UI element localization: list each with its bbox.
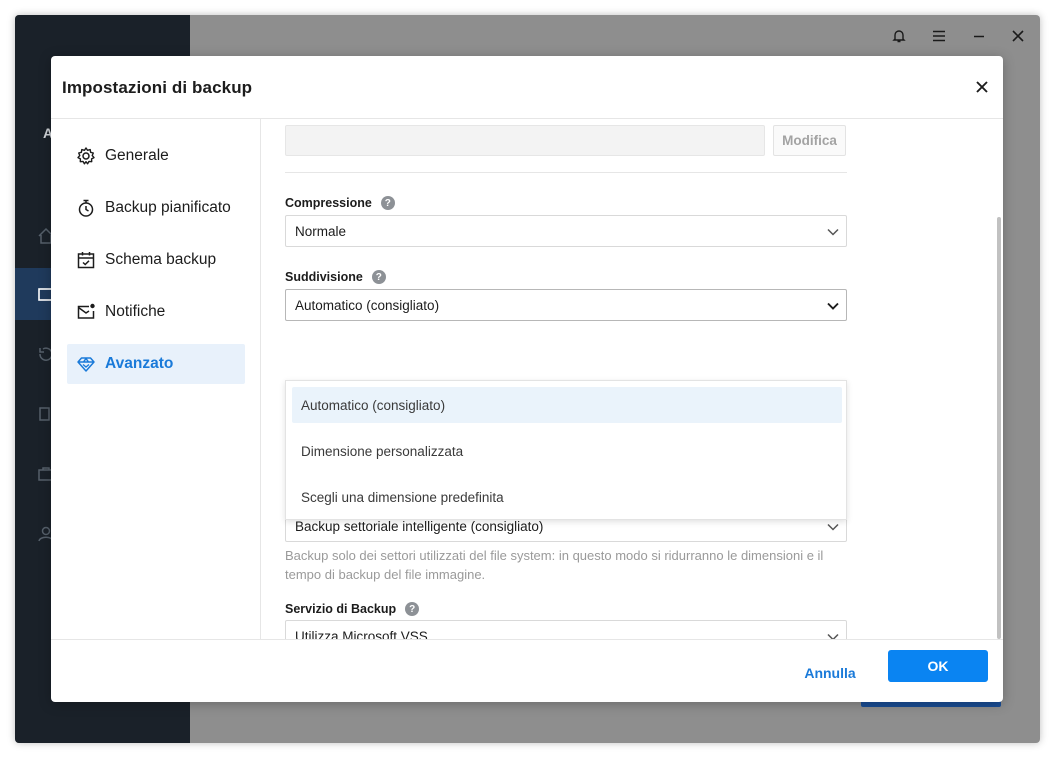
compression-value: Normale: [295, 223, 347, 239]
bell-icon[interactable]: [888, 25, 910, 47]
calendar-check-icon: [75, 249, 97, 271]
backup-path-input[interactable]: [285, 125, 765, 156]
content-scrollbar[interactable]: [996, 119, 1003, 639]
sector-mode-value: Backup settoriale intelligente (consigli…: [295, 518, 544, 534]
nav-item-notifiche[interactable]: Notifiche: [67, 292, 245, 332]
compression-label: Compressione ?: [285, 196, 395, 210]
chevron-down-icon: [827, 228, 839, 236]
backup-service-value: Utilizza Microsoft VSS: [295, 628, 428, 640]
chevron-down-icon: [827, 633, 839, 639]
backup-service-label: Servizio di Backup ?: [285, 602, 420, 616]
splitting-label-text: Suddivisione: [285, 270, 363, 284]
nav-item-backup-pianificato[interactable]: Backup pianificato: [67, 188, 245, 228]
nav-item-schema-backup[interactable]: Schema backup: [67, 240, 245, 280]
settings-nav: Generale Backup pianificato Schema backu…: [51, 119, 261, 639]
dialog-header: Impostazioni di backup: [51, 56, 1003, 119]
nav-item-label: Generale: [105, 147, 169, 164]
chevron-down-icon: [827, 523, 839, 531]
chevron-down-icon: [827, 302, 839, 310]
help-icon[interactable]: ?: [371, 270, 386, 284]
stopwatch-icon: [75, 197, 97, 219]
close-icon[interactable]: [1007, 25, 1029, 47]
minimize-icon[interactable]: [968, 25, 990, 47]
backup-service-label-text: Servizio di Backup: [285, 602, 397, 616]
help-icon[interactable]: ?: [380, 196, 395, 210]
gear-icon: [75, 145, 97, 167]
mail-notification-icon: [75, 301, 97, 323]
ok-button[interactable]: OK: [888, 650, 988, 682]
splitting-dropdown-menu: Automatico (consigliato) Dimensione pers…: [285, 380, 847, 520]
dropdown-option[interactable]: Scegli una dimensione predefinita: [292, 479, 842, 515]
settings-content: Modifica Compressione ? Normale Suddivis…: [262, 119, 999, 639]
modifica-button[interactable]: Modifica: [773, 125, 846, 156]
nav-item-generale[interactable]: Generale: [67, 136, 245, 176]
backup-settings-dialog: Impostazioni di backup Generale Backup p…: [51, 56, 1003, 702]
nav-item-label: Backup pianificato: [105, 199, 231, 216]
nav-item-label: Notifiche: [105, 303, 166, 320]
compression-label-text: Compressione: [285, 196, 372, 210]
splitting-label: Suddivisione ?: [285, 270, 386, 284]
help-icon[interactable]: ?: [405, 602, 420, 616]
nav-item-label: Avanzato: [105, 355, 174, 372]
dropdown-option[interactable]: Dimensione personalizzata: [292, 433, 842, 469]
menu-icon[interactable]: [928, 25, 950, 47]
dropdown-option[interactable]: Automatico (consigliato): [292, 387, 842, 423]
scrollbar-thumb[interactable]: [997, 217, 1001, 639]
dialog-title: Impostazioni di backup: [62, 78, 253, 97]
diamond-icon: [75, 353, 97, 375]
splitting-select[interactable]: Automatico (consigliato): [285, 289, 847, 321]
backup-service-select[interactable]: Utilizza Microsoft VSS: [285, 620, 847, 639]
nav-item-avanzato[interactable]: Avanzato: [67, 344, 245, 384]
cancel-button[interactable]: Annulla: [786, 657, 874, 689]
dialog-footer: Annulla OK: [51, 639, 1003, 702]
splitting-value: Automatico (consigliato): [295, 297, 440, 313]
sector-mode-description: Backup solo dei settori utilizzati del f…: [285, 548, 824, 582]
close-icon[interactable]: [973, 78, 991, 96]
nav-item-label: Schema backup: [105, 251, 217, 268]
divider: [285, 172, 847, 173]
compression-select[interactable]: Normale: [285, 215, 847, 247]
